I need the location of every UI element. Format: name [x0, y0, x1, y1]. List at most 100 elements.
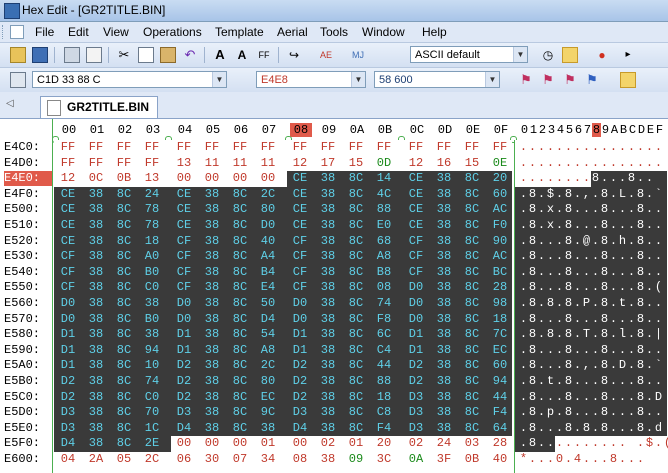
ascii-char[interactable]: *: [519, 452, 528, 467]
hex-byte[interactable]: CF: [290, 280, 310, 295]
hex-byte[interactable]: 38: [202, 312, 222, 327]
hex-byte[interactable]: 2A: [86, 452, 106, 467]
ascii-char[interactable]: .: [537, 374, 546, 389]
ascii-char[interactable]: 8: [564, 312, 573, 327]
ascii-char[interactable]: .: [546, 312, 555, 327]
ascii-char[interactable]: .: [573, 358, 582, 373]
hex-byte[interactable]: 8C: [462, 171, 482, 186]
hex-byte[interactable]: 8C: [462, 249, 482, 264]
hex-byte[interactable]: 8C: [114, 327, 134, 342]
hex-byte[interactable]: 64: [490, 421, 510, 436]
ascii-char[interactable]: 8: [564, 249, 573, 264]
hex-byte[interactable]: 0C: [86, 171, 106, 186]
hex-byte[interactable]: 8C: [346, 405, 366, 420]
ascii-char[interactable]: .: [654, 234, 663, 249]
hex-byte[interactable]: CE: [58, 187, 78, 202]
ascii-char[interactable]: .: [654, 374, 663, 389]
calculator-icon[interactable]: [10, 72, 26, 88]
ascii-char[interactable]: 8: [609, 452, 618, 467]
ascii-char[interactable]: .: [537, 312, 546, 327]
ascii-char[interactable]: .: [618, 171, 627, 186]
ascii-char[interactable]: .: [519, 265, 528, 280]
hex-byte[interactable]: FF: [434, 140, 454, 155]
hex-byte[interactable]: CF: [58, 249, 78, 264]
ascii-char[interactable]: .: [645, 280, 654, 295]
dec-address-combo[interactable]: 58 600 ▼: [374, 71, 500, 88]
hex-byte[interactable]: 50: [258, 296, 278, 311]
ascii-char[interactable]: 8: [636, 343, 645, 358]
hex-byte[interactable]: 38: [202, 296, 222, 311]
ascii-char[interactable]: .: [582, 436, 591, 451]
hex-byte[interactable]: 8C: [462, 358, 482, 373]
ascii-char[interactable]: .: [582, 405, 591, 420]
ascii-char[interactable]: .: [573, 249, 582, 264]
ascii-char[interactable]: 8: [528, 218, 537, 233]
hex-byte[interactable]: 8C: [230, 187, 250, 202]
ascii-char[interactable]: .: [654, 140, 663, 155]
ascii-char[interactable]: .: [573, 421, 582, 436]
hex-byte[interactable]: 8C: [462, 234, 482, 249]
hex-byte[interactable]: 28: [490, 280, 510, 295]
hex-byte[interactable]: EC: [490, 343, 510, 358]
tab-scroll-left-icon[interactable]: ◁: [6, 98, 14, 109]
hex-byte[interactable]: 38: [86, 280, 106, 295]
ascii-char[interactable]: .: [591, 187, 600, 202]
hex-byte[interactable]: 8C: [230, 327, 250, 342]
ascii-char[interactable]: .: [537, 436, 546, 451]
ascii-char[interactable]: .: [537, 234, 546, 249]
hex-byte[interactable]: 38: [202, 390, 222, 405]
hex-byte[interactable]: 38: [434, 218, 454, 233]
hex-byte[interactable]: 38: [86, 296, 106, 311]
ascii-char[interactable]: .: [654, 202, 663, 217]
hex-byte[interactable]: 74: [142, 374, 162, 389]
ascii-char[interactable]: .: [618, 156, 627, 171]
hex-byte[interactable]: 3C: [374, 452, 394, 467]
hex-byte[interactable]: 38: [318, 187, 338, 202]
ascii-char[interactable]: .: [609, 327, 618, 342]
hex-byte[interactable]: CE: [174, 218, 194, 233]
hex-byte[interactable]: 8C: [230, 312, 250, 327]
ascii-char[interactable]: .: [537, 202, 546, 217]
hex-byte[interactable]: FF: [86, 140, 106, 155]
hex-byte[interactable]: 06: [174, 452, 194, 467]
ascii-char[interactable]: .: [600, 452, 609, 467]
hex-byte[interactable]: C0: [142, 390, 162, 405]
hex-byte[interactable]: FF: [202, 140, 222, 155]
ascii-char[interactable]: .: [537, 296, 546, 311]
hex-byte[interactable]: F0: [490, 218, 510, 233]
hex-byte[interactable]: CE: [58, 234, 78, 249]
hex-byte[interactable]: 0A: [406, 452, 426, 467]
ascii-char[interactable]: .: [609, 280, 618, 295]
ascii-char[interactable]: .: [573, 390, 582, 405]
ascii-char[interactable]: .: [591, 156, 600, 171]
ascii-char[interactable]: .: [555, 171, 564, 186]
hex-byte[interactable]: F4: [490, 405, 510, 420]
bookmark-clear-icon[interactable]: ⚑: [584, 72, 600, 88]
hex-byte[interactable]: FF: [406, 140, 426, 155]
hex-byte[interactable]: 38: [318, 452, 338, 467]
hex-byte[interactable]: 02: [318, 436, 338, 451]
hex-byte[interactable]: 38: [86, 187, 106, 202]
ascii-char[interactable]: .: [654, 156, 663, 171]
hex-byte[interactable]: CF: [290, 265, 310, 280]
hex-byte[interactable]: 38: [318, 218, 338, 233]
ascii-char[interactable]: .: [618, 405, 627, 420]
ascii-char[interactable]: .: [618, 312, 627, 327]
hex-byte[interactable]: D2: [406, 374, 426, 389]
hex-byte[interactable]: D2: [174, 358, 194, 373]
ascii-char[interactable]: 8: [528, 343, 537, 358]
hex-byte[interactable]: CE: [406, 218, 426, 233]
ascii-char[interactable]: .: [519, 312, 528, 327]
hex-byte[interactable]: 8C: [114, 312, 134, 327]
ascii-char[interactable]: .: [645, 343, 654, 358]
hex-byte[interactable]: D3: [58, 405, 78, 420]
hex-byte[interactable]: 8C: [462, 202, 482, 217]
hex-byte[interactable]: 38: [86, 343, 106, 358]
hex-byte[interactable]: 38: [434, 421, 454, 436]
ascii-char[interactable]: .: [627, 327, 636, 342]
hex-byte[interactable]: A0: [142, 249, 162, 264]
ascii-char[interactable]: .: [618, 265, 627, 280]
ascii-char[interactable]: .: [609, 234, 618, 249]
hex-byte[interactable]: 38: [318, 343, 338, 358]
ascii-char[interactable]: t: [546, 374, 555, 389]
